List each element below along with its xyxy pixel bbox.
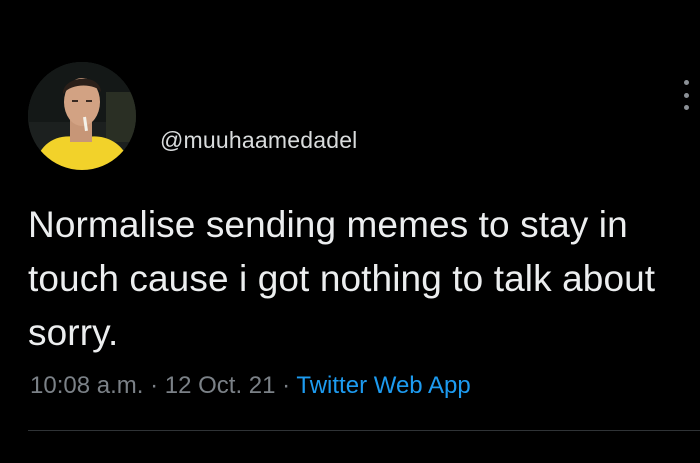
more-options-icon[interactable]: [680, 80, 692, 110]
separator: ·: [150, 372, 159, 399]
tweet-time[interactable]: 10:08 a.m.: [30, 372, 143, 399]
dot: [683, 80, 689, 85]
separator: ·: [282, 372, 291, 399]
dot: [683, 105, 689, 110]
tweet-date[interactable]: 12 Oct. 21: [165, 372, 276, 399]
divider: [28, 430, 700, 431]
tweet-text: Normalise sending memes to stay in touch…: [28, 204, 656, 353]
profile-photo-icon: [28, 62, 136, 170]
tweet-source-link[interactable]: Twitter Web App: [296, 372, 470, 399]
avatar[interactable]: [28, 62, 136, 170]
dot: [683, 92, 689, 98]
user-handle[interactable]: @muuhaamedadel: [160, 127, 358, 154]
tweet-card: @muuhaamedadel Normalise sending memes t…: [0, 0, 700, 463]
tweet-metadata: 10:08 a.m. · 12 Oct. 21 · Twitter Web Ap…: [30, 372, 471, 400]
